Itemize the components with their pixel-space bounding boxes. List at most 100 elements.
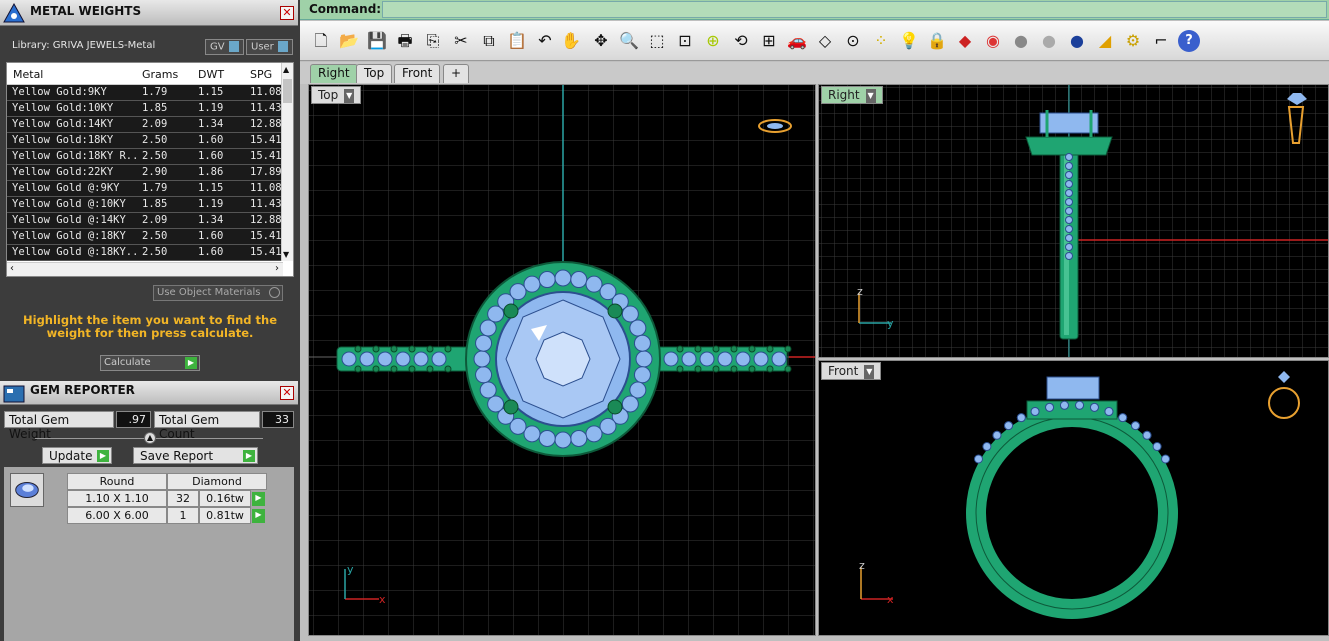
viewport-right-label[interactable]: Right ▼ [821,86,883,104]
help-icon[interactable]: ? [1178,30,1200,52]
spotlight-icon[interactable]: ◢ [1094,30,1116,52]
metal-table-vscrollbar[interactable]: ▲ ▼ [281,63,293,261]
metal-table[interactable]: Metal Grams DWT SPG Yellow Gold:9KY 1.79 1… [6,62,294,277]
viewport-front[interactable]: Front ▼ x z [818,360,1329,636]
halo-gem [629,319,647,337]
save-icon[interactable]: 💾 [366,30,388,52]
zoom-selected-icon[interactable]: ⊕ [702,30,724,52]
osnap-icon[interactable]: ⊙ [842,30,864,52]
metal-table-hscrollbar[interactable]: ‹ › [7,262,283,276]
front-view-drawing: x z [859,371,1300,619]
user-toggle[interactable]: User [246,39,293,55]
gem-reporter-icon [3,385,25,403]
table-row[interactable]: Yellow Gold:10KY 1.85 1.19 11.43 [7,101,283,117]
car-icon[interactable]: 🚗 [786,30,808,52]
light-bulb-icon[interactable]: 💡 [898,30,920,52]
band-bead [766,345,774,353]
update-button[interactable]: Update ▶ [42,447,112,464]
front-axis-x-label: x [887,593,894,606]
new-file-icon[interactable]: 🗋 [310,30,332,52]
side-gem [1065,216,1073,224]
gem-row-go-icon[interactable]: ▶ [252,492,265,506]
table-row[interactable]: Yellow Gold:22KY 2.90 1.86 17.89 [7,165,283,181]
col-spg[interactable]: SPG [250,68,272,81]
metal-weights-close-icon[interactable]: ✕ [280,6,294,20]
halo-gem [633,366,651,384]
library-label: Library: GRIVA JEWELS-Metal [12,40,156,51]
copy-icon[interactable]: ⧉ [478,30,500,52]
tab-front[interactable]: Front [394,64,441,83]
table-cell: 2.09 [142,214,168,226]
col-dwt[interactable]: DWT [198,68,224,81]
cut-icon[interactable]: ✂ [450,30,472,52]
table-cell: 1.60 [198,134,224,146]
update-go-icon: ▶ [97,450,109,462]
table-row[interactable]: Yellow Gold:18KY R... 2.50 1.60 15.41 [7,149,283,165]
band-bead [766,365,774,373]
tab-right[interactable]: Right [310,64,358,83]
front-gem [1104,407,1114,417]
curve-tools-icon[interactable]: ⌐ [1150,30,1172,52]
print-icon[interactable]: 🖶 [394,30,416,52]
gem-row-go-icon[interactable]: ▶ [252,509,265,523]
use-object-materials-dropdown[interactable]: Use Object Materials [153,285,283,301]
front-gem [1030,407,1040,417]
gem-reporter-close-icon[interactable]: ✕ [280,386,294,400]
band-gem [663,351,679,367]
front-gem [1059,400,1069,410]
col-grams[interactable]: Grams [142,68,178,81]
save-report-button[interactable]: Save Report ▶ [133,447,258,464]
use-object-materials-label: Use Object Materials [157,287,261,298]
export-icon[interactable]: ⎘ [422,30,444,52]
paste-icon[interactable]: 📋 [506,30,528,52]
halo-gem [523,425,541,443]
viewport-top[interactable]: Top ▼ x y [308,84,816,636]
tab-top[interactable]: Top [356,64,393,83]
zoom-window-icon[interactable]: ⬚ [646,30,668,52]
table-row[interactable]: Yellow Gold @:18KY 2.50 1.60 15.41 [7,229,283,245]
undo-icon[interactable]: ↶ [534,30,556,52]
select-points-icon[interactable]: ⁘ [870,30,892,52]
layers-icon[interactable]: ◆ [954,30,976,52]
pan-hand-icon[interactable]: ✋ [560,30,582,52]
table-row[interactable]: Yellow Gold @:9KY 1.79 1.15 11.08 [7,181,283,197]
splitter-handle-icon[interactable]: ▲ [144,432,156,444]
band-gem [341,351,357,367]
color-wheel-icon[interactable]: ◉ [982,30,1004,52]
rotate-view-icon[interactable]: ⟲ [730,30,752,52]
lock-icon[interactable]: 🔒 [926,30,948,52]
table-row[interactable]: Yellow Gold @:10KY 1.85 1.19 11.43 [7,197,283,213]
zoom-extents-icon[interactable]: ⊡ [674,30,696,52]
total-gem-weight-label: Total Gem Weight [4,411,114,441]
table-row[interactable]: Yellow Gold:9KY 1.79 1.15 11.08 [7,85,283,101]
metal-table-header: Metal Grams DWT SPG [7,63,283,85]
viewport-front-dropdown-icon: ▼ [864,364,875,379]
band-bead [426,345,434,353]
table-row[interactable]: Yellow Gold:18KY 2.50 1.60 15.41 [7,133,283,149]
material-sphere-icon[interactable]: ● [1066,30,1088,52]
move-view-icon[interactable]: ✥ [590,30,612,52]
construction-plane-icon[interactable]: ◇ [814,30,836,52]
tab-add[interactable]: + [443,64,470,83]
command-input[interactable] [382,1,1327,18]
shade-sphere-icon[interactable]: ● [1010,30,1032,52]
side-gem [1065,207,1073,215]
options-gear-icon[interactable]: ⚙ [1122,30,1144,52]
viewport-top-label[interactable]: Top ▼ [311,86,362,104]
col-metal[interactable]: Metal [13,68,43,81]
gv-toggle[interactable]: GV [205,39,244,55]
four-viewports-icon[interactable]: ⊞ [758,30,780,52]
calculate-button[interactable]: Calculate ▶ [100,355,200,371]
open-file-icon[interactable]: 📂 [338,30,360,52]
table-row[interactable]: Yellow Gold @:18KY... 2.50 1.60 15.41 [7,245,283,261]
round-gem-icon [10,473,44,507]
zoom-icon[interactable]: 🔍 [618,30,640,52]
table-row[interactable]: Yellow Gold:14KY 2.09 1.34 12.88 [7,117,283,133]
table-cell: Yellow Gold @:10KY [12,198,126,210]
viewport-right[interactable]: Right ▼ y z [818,84,1329,358]
render-sphere-icon[interactable]: ● [1038,30,1060,52]
viewport-front-label[interactable]: Front ▼ [821,362,882,380]
band-bead [676,345,684,353]
front-axis-z-label: z [859,559,865,572]
table-row[interactable]: Yellow Gold @:14KY 2.09 1.34 12.88 [7,213,283,229]
